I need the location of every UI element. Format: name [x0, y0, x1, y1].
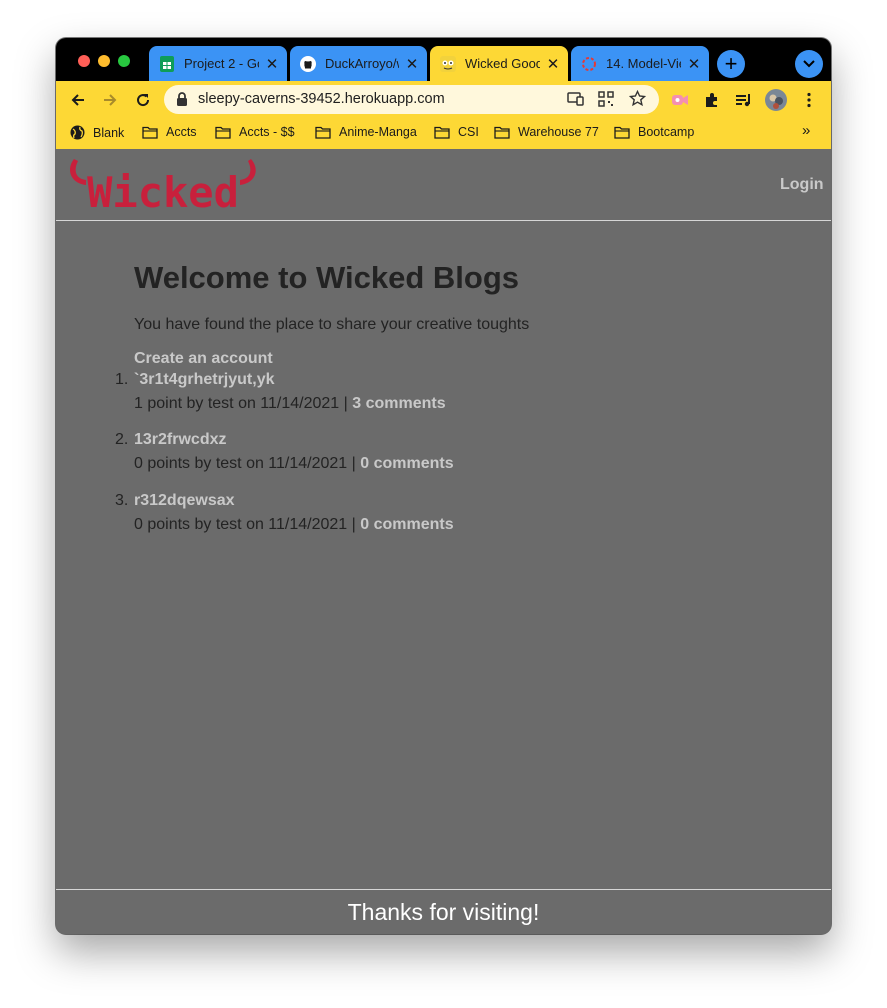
post-title-link[interactable]: 13r2frwcdxz — [134, 431, 454, 449]
qr-code-icon[interactable] — [598, 91, 614, 112]
bookmark-label: Bootcamp — [638, 125, 695, 139]
folder-icon — [434, 126, 450, 139]
create-account-link[interactable]: Create an account — [134, 350, 273, 368]
tab-title: 14. Model-Vie — [606, 56, 681, 71]
bookmark-blank[interactable]: Blank — [70, 125, 124, 140]
more-menu-icon[interactable] — [798, 89, 820, 111]
tab-title: DuckArroyo/wi — [325, 56, 399, 71]
arrow-right-icon — [104, 94, 117, 106]
post-list-item: 2. 13r2frwcdxz 0 points by test on 11/14… — [115, 431, 454, 473]
folder-icon — [215, 126, 231, 139]
bookmark-label: CSI — [458, 125, 479, 139]
footer-text: Thanks for visiting! — [347, 899, 540, 925]
post-meta-text: 1 point by test on 11/14/2021 | — [134, 395, 353, 412]
post-meta: 0 points by test on 11/14/2021 | 0 comme… — [134, 516, 454, 534]
header-divider — [56, 220, 831, 221]
minimize-window-button[interactable] — [98, 55, 110, 67]
reload-icon — [137, 94, 150, 107]
post-meta: 0 points by test on 11/14/2021 | 0 comme… — [134, 455, 454, 473]
post-number: 3. — [115, 492, 129, 509]
comments-link[interactable]: 0 comments — [360, 516, 453, 533]
post-title-link[interactable]: r312dqewsax — [134, 492, 454, 510]
post-list-item: 3. r312dqewsax 0 points by test on 11/14… — [115, 492, 454, 534]
screen-recorder-extension-icon[interactable] — [669, 89, 691, 111]
chevron-down-icon — [803, 60, 815, 68]
tab-search-button[interactable] — [795, 50, 823, 78]
folder-icon — [614, 126, 630, 139]
bookmark-csi[interactable]: CSI — [434, 125, 479, 139]
extensions-puzzle-icon[interactable] — [701, 89, 723, 111]
footer-divider — [56, 889, 831, 890]
bookmarks-overflow-button[interactable]: » — [802, 122, 810, 139]
tab-close-icon[interactable]: ✕ — [265, 55, 279, 73]
bookmark-star-icon[interactable] — [628, 89, 647, 112]
tab-close-icon[interactable]: ✕ — [546, 55, 560, 73]
folder-icon — [315, 126, 331, 139]
tab-title: Wicked Good — [465, 56, 540, 71]
post-list-item: 1. `3r1t4grhetrjyut,yk 1 point by test o… — [115, 371, 446, 413]
url-text: sleepy-caverns-39452.herokuapp.com — [198, 91, 445, 107]
github-icon — [300, 55, 316, 72]
bookmark-label: Accts — [166, 125, 197, 139]
post-number: 2. — [115, 431, 129, 448]
bookmark-accts[interactable]: Accts — [142, 125, 197, 139]
bookmark-accts-money[interactable]: Accts - $$ — [215, 125, 295, 139]
login-link[interactable]: Login — [780, 176, 824, 194]
tab-wicked-good[interactable]: Wicked Good ✕ — [430, 46, 568, 81]
tab-model-view[interactable]: 14. Model-Vie ✕ — [571, 46, 709, 81]
bookmark-label: Accts - $$ — [239, 125, 295, 139]
globe-icon — [70, 125, 85, 140]
tab-title: Project 2 - Go — [184, 56, 259, 71]
bookmarks-bar: Blank Accts Accts - $$ Anime-Manga CSI W… — [56, 118, 831, 149]
post-number: 1. — [115, 371, 129, 388]
post-meta-text: 0 points by test on 11/14/2021 | — [134, 516, 361, 533]
tab-github[interactable]: DuckArroyo/wi ✕ — [290, 46, 427, 81]
reload-button[interactable] — [132, 89, 154, 111]
lock-icon — [176, 92, 188, 111]
page-content: Wicked Login Welcome to Wicked Blogs You… — [56, 149, 831, 934]
bookmark-label: Anime-Manga — [339, 125, 417, 139]
address-bar[interactable]: sleepy-caverns-39452.herokuapp.com — [164, 85, 659, 114]
arrow-left-icon — [71, 94, 84, 106]
folder-icon — [142, 126, 158, 139]
browser-toolbar: sleepy-caverns-39452.herokuapp.com — [56, 81, 831, 118]
comments-link[interactable]: 3 comments — [352, 395, 445, 412]
tagline-text: You have found the place to share your c… — [134, 316, 530, 333]
comments-link[interactable]: 0 comments — [360, 455, 453, 472]
close-window-button[interactable] — [78, 55, 90, 67]
bookmark-label: Blank — [93, 125, 125, 140]
page-title: Welcome to Wicked Blogs — [134, 260, 520, 295]
wicked-logo[interactable]: Wicked — [68, 157, 258, 218]
tab-project-2[interactable]: Project 2 - Go ✕ — [149, 46, 287, 81]
google-sheets-icon — [159, 55, 175, 72]
bookmark-bootcamp[interactable]: Bootcamp — [614, 125, 694, 139]
profile-avatar[interactable] — [765, 89, 787, 111]
forward-button[interactable] — [99, 89, 121, 111]
tab-close-icon[interactable]: ✕ — [405, 55, 419, 73]
post-title-link[interactable]: `3r1t4grhetrjyut,yk — [134, 371, 446, 389]
bookmark-anime-manga[interactable]: Anime-Manga — [315, 125, 417, 139]
back-button[interactable] — [67, 89, 89, 111]
maximize-window-button[interactable] — [118, 55, 130, 67]
media-queue-icon[interactable] — [733, 89, 755, 111]
new-tab-button[interactable]: + — [717, 50, 745, 78]
folder-icon — [494, 126, 510, 139]
post-meta-text: 0 points by test on 11/14/2021 | — [134, 455, 361, 472]
tab-close-icon[interactable]: ✕ — [687, 55, 701, 73]
post-meta: 1 point by test on 11/14/2021 | 3 commen… — [134, 395, 446, 413]
bookmark-label: Warehouse 77 — [518, 125, 599, 139]
loading-ring-icon — [581, 56, 597, 72]
tab-strip: Project 2 - Go ✕ DuckArroyo/wi ✕ Wicked … — [56, 38, 831, 81]
wicked-favicon — [440, 55, 456, 72]
bookmark-warehouse-77[interactable]: Warehouse 77 — [494, 125, 599, 139]
cast-icon[interactable] — [567, 92, 585, 111]
logo-text: Wicked — [87, 168, 239, 213]
browser-window: Project 2 - Go ✕ DuckArroyo/wi ✕ Wicked … — [56, 38, 831, 934]
